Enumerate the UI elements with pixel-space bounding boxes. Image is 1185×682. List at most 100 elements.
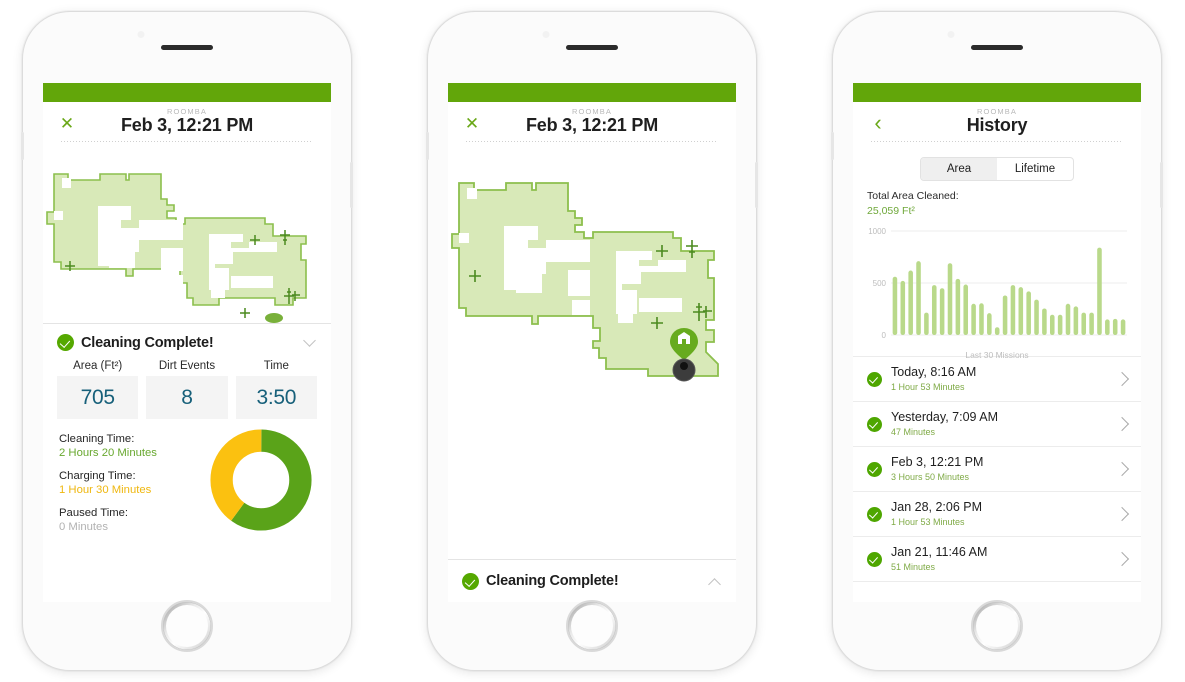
history-item-title: Feb 3, 12:21 PM — [891, 455, 984, 469]
history-list: Today, 8:16 AM 1 Hour 53 Minutes Yesterday… — [853, 356, 1141, 582]
check-circle-icon — [867, 371, 882, 387]
page-title: Feb 3, 12:21 PM — [525, 115, 659, 135]
history-list-item[interactable]: Jan 21, 11:46 AM 51 Minutes — [853, 537, 1141, 582]
paused-time-value: 0 Minutes — [59, 521, 108, 533]
history-list-item[interactable]: Yesterday, 7:09 AM 47 Minutes — [853, 402, 1141, 447]
bar — [1049, 314, 1055, 335]
history-mode-segmented-control[interactable]: Area Lifetime — [920, 157, 1074, 181]
history-item-title: Yesterday, 7:09 AM — [891, 410, 999, 424]
history-item-title: Jan 21, 11:46 AM — [891, 545, 988, 559]
bar — [987, 313, 992, 335]
history-item-title: Jan 28, 2:06 PM — [891, 500, 983, 514]
history-list-item[interactable]: Jan 28, 2:06 PM 1 Hour 53 Minutes — [853, 492, 1141, 537]
nav-bar-2: ✕ ROOMBA Feb 3, 12:21 PM — [448, 102, 736, 148]
total-area-value: 25,059 Ft² — [867, 205, 915, 217]
history-list-item[interactable]: Feb 3, 12:21 PM 3 Hours 50 Minutes — [853, 447, 1141, 492]
mission-status-bar[interactable]: Cleaning Complete! — [448, 559, 736, 602]
robot-path-blob — [265, 313, 283, 323]
bar — [931, 285, 937, 335]
chevron-left-icon[interactable]: ‹ — [869, 112, 887, 134]
map-svg — [46, 173, 307, 323]
phone-mockup-1: ✕ ROOMBA Feb 3, 12:21 PM Cleaning Comple… — [21, 11, 353, 671]
bar — [1105, 319, 1110, 335]
map-svg-expanded — [451, 182, 719, 382]
cleaning-time-label: Cleaning Time: — [59, 433, 135, 445]
chevron-right-icon[interactable] — [1114, 371, 1130, 387]
stat-dirt-events-value: 8 — [181, 385, 193, 409]
history-item-title: Today, 8:16 AM — [891, 365, 977, 379]
stat-area-box: 705 — [57, 376, 139, 419]
bar — [1042, 308, 1047, 335]
history-item-duration: 3 Hours 50 Minutes — [891, 472, 970, 482]
cleaning-map-1[interactable] — [43, 148, 331, 323]
time-breakdown-list: Cleaning Time: 2 Hours 20 Minutes Chargi… — [57, 432, 209, 543]
stat-dirt-events-box: 8 — [146, 376, 228, 419]
stat-time-value: 3:50 — [256, 385, 297, 409]
mission-status-label: Cleaning Complete! — [81, 334, 214, 351]
phone-mockup-2: ✕ ROOMBA Feb 3, 12:21 PM Cleaning Comple… — [426, 11, 758, 671]
cleaning-map-2[interactable] — [448, 148, 736, 448]
status-bar — [43, 83, 331, 102]
history-list-item[interactable]: Today, 8:16 AM 1 Hour 53 Minutes — [853, 357, 1141, 402]
chevron-right-icon[interactable] — [1114, 461, 1130, 477]
bar — [979, 303, 984, 335]
bar — [924, 312, 929, 335]
svg-text:0: 0 — [882, 331, 887, 340]
bar — [1002, 295, 1008, 335]
stats-row: Area (Ft²) 705 Dirt Events 8 Time 3:50 — [57, 360, 317, 419]
mission-status-row: Cleaning Complete! — [462, 572, 619, 590]
bar — [1057, 314, 1063, 335]
chevron-right-icon[interactable] — [1114, 506, 1130, 522]
chevron-right-icon[interactable] — [1114, 551, 1130, 567]
history-item-text: Jan 28, 2:06 PM 1 Hour 53 Minutes — [891, 500, 1108, 528]
bar — [955, 278, 961, 335]
history-item-text: Jan 21, 11:46 AM 51 Minutes — [891, 545, 1108, 573]
home-button[interactable] — [971, 600, 1023, 652]
nav-divider — [871, 141, 1123, 142]
missions-bar-chart: 0 500 1000 Last 30 Missions — [863, 221, 1131, 360]
status-bar — [853, 83, 1141, 102]
history-item-duration: 1 Hour 53 Minutes — [891, 517, 965, 527]
bar — [1065, 303, 1071, 335]
bar — [1081, 312, 1087, 335]
history-item-text: Today, 8:16 AM 1 Hour 53 Minutes — [891, 365, 1108, 393]
page-title: Feb 3, 12:21 PM — [120, 115, 254, 135]
close-icon[interactable]: ✕ — [463, 115, 481, 133]
bar — [947, 263, 953, 335]
mission-status-row: Cleaning Complete! — [57, 334, 317, 351]
chevron-right-icon[interactable] — [1114, 416, 1130, 432]
bar — [908, 270, 913, 335]
total-area-block: Total Area Cleaned: 25,059 Ft² — [853, 181, 1141, 217]
bar — [1089, 312, 1094, 335]
nav-bar-3: ‹ ROOMBA History — [853, 102, 1141, 148]
mission-status-label: Cleaning Complete! — [486, 573, 619, 589]
tab-area[interactable]: Area — [921, 158, 997, 180]
home-button[interactable] — [161, 600, 213, 652]
bar — [1112, 318, 1118, 335]
nav-divider — [466, 141, 718, 142]
chevron-down-icon[interactable] — [304, 336, 317, 344]
chevron-up-icon[interactable] — [709, 577, 722, 585]
bar — [1010, 285, 1016, 335]
mission-summary-card: Cleaning Complete! Area (Ft²) 705 Dirt E… — [43, 323, 331, 543]
history-item-text: Yesterday, 7:09 AM 47 Minutes — [891, 410, 1108, 438]
close-icon[interactable]: ✕ — [58, 115, 76, 133]
tab-lifetime[interactable]: Lifetime — [997, 158, 1073, 180]
cleaning-time-value: 2 Hours 20 Minutes — [59, 447, 157, 459]
check-circle-icon — [57, 334, 74, 351]
home-button[interactable] — [566, 600, 618, 652]
front-camera-icon — [947, 31, 955, 38]
history-item-duration: 47 Minutes — [891, 427, 936, 437]
nav-bar-1: ✕ ROOMBA Feb 3, 12:21 PM — [43, 102, 331, 148]
earpiece-speaker — [161, 45, 213, 50]
bar — [939, 288, 945, 335]
front-camera-icon — [542, 31, 550, 38]
paused-time-label: Paused Time: — [59, 507, 129, 519]
phone-3-screen: ‹ ROOMBA History Area Lifetime Total Are… — [853, 83, 1141, 602]
bar — [994, 327, 1000, 335]
bar — [1073, 306, 1079, 335]
history-item-text: Feb 3, 12:21 PM 3 Hours 50 Minutes — [891, 455, 1108, 483]
time-donut-chart — [210, 429, 312, 531]
nav-divider — [61, 141, 313, 142]
bar — [1120, 319, 1126, 335]
